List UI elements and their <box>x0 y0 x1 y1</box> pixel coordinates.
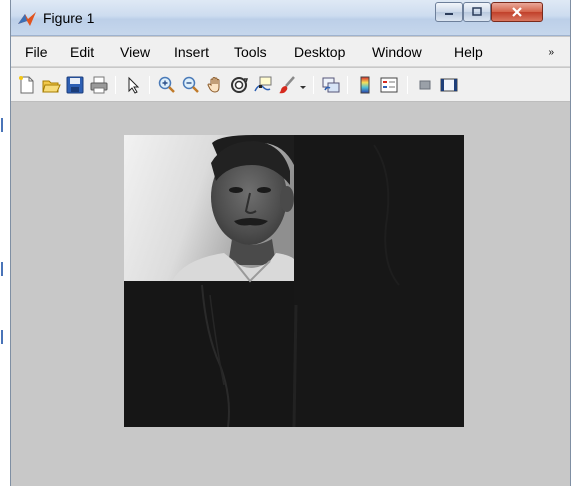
menu-file[interactable]: File <box>25 44 48 60</box>
edge-mark <box>1 262 3 276</box>
menu-bar: File Edit View Insert Tools Desktop Wind… <box>11 37 570 67</box>
image-canvas <box>124 135 464 427</box>
new-figure-icon[interactable] <box>17 75 37 95</box>
title-bar[interactable]: Figure 1 <box>11 0 570 36</box>
matlab-logo-icon <box>17 10 37 28</box>
pointer-icon[interactable] <box>123 75 143 95</box>
close-button[interactable] <box>491 2 543 22</box>
minimize-button[interactable] <box>435 2 463 22</box>
menu-edit[interactable]: Edit <box>70 44 94 60</box>
menu-view[interactable]: View <box>120 44 150 60</box>
open-file-icon[interactable] <box>41 75 61 95</box>
menu-tools[interactable]: Tools <box>234 44 267 60</box>
zoom-in-icon[interactable] <box>157 75 177 95</box>
window-title: Figure 1 <box>43 10 95 26</box>
colorbar-icon[interactable] <box>355 75 375 95</box>
menu-overflow-chevron[interactable]: » <box>548 47 554 58</box>
figure-axes-image[interactable] <box>124 135 464 427</box>
edge-mark <box>1 118 3 132</box>
zoom-out-icon[interactable] <box>181 75 201 95</box>
data-cursor-icon[interactable] <box>253 75 273 95</box>
toolbar-separator <box>347 76 348 94</box>
menu-insert[interactable]: Insert <box>174 44 209 60</box>
print-icon[interactable] <box>89 75 109 95</box>
menu-window[interactable]: Window <box>372 44 422 60</box>
toolbar-separator <box>115 76 116 94</box>
link-plot-icon[interactable] <box>321 75 341 95</box>
toolbar-separator <box>313 76 314 94</box>
toolbar-separator <box>407 76 408 94</box>
background-edge <box>0 0 10 486</box>
brush-icon[interactable] <box>277 75 297 95</box>
toolbar-separator <box>149 76 150 94</box>
hide-plot-tools-icon[interactable] <box>415 75 435 95</box>
rotate-3d-icon[interactable] <box>229 75 249 95</box>
legend-icon[interactable] <box>379 75 399 95</box>
menu-help[interactable]: Help <box>454 44 483 60</box>
chevron-down-icon[interactable] <box>299 75 307 95</box>
figure-window: Figure 1 File Edit View Insert Tools Des… <box>10 0 571 486</box>
maximize-button[interactable] <box>463 2 491 22</box>
pan-hand-icon[interactable] <box>205 75 225 95</box>
face-photo-quadrant <box>124 135 294 283</box>
save-icon[interactable] <box>65 75 85 95</box>
figure-toolbar <box>11 68 570 102</box>
edge-mark <box>1 330 3 344</box>
show-plot-tools-icon[interactable] <box>439 75 459 95</box>
menu-desktop[interactable]: Desktop <box>294 44 345 60</box>
